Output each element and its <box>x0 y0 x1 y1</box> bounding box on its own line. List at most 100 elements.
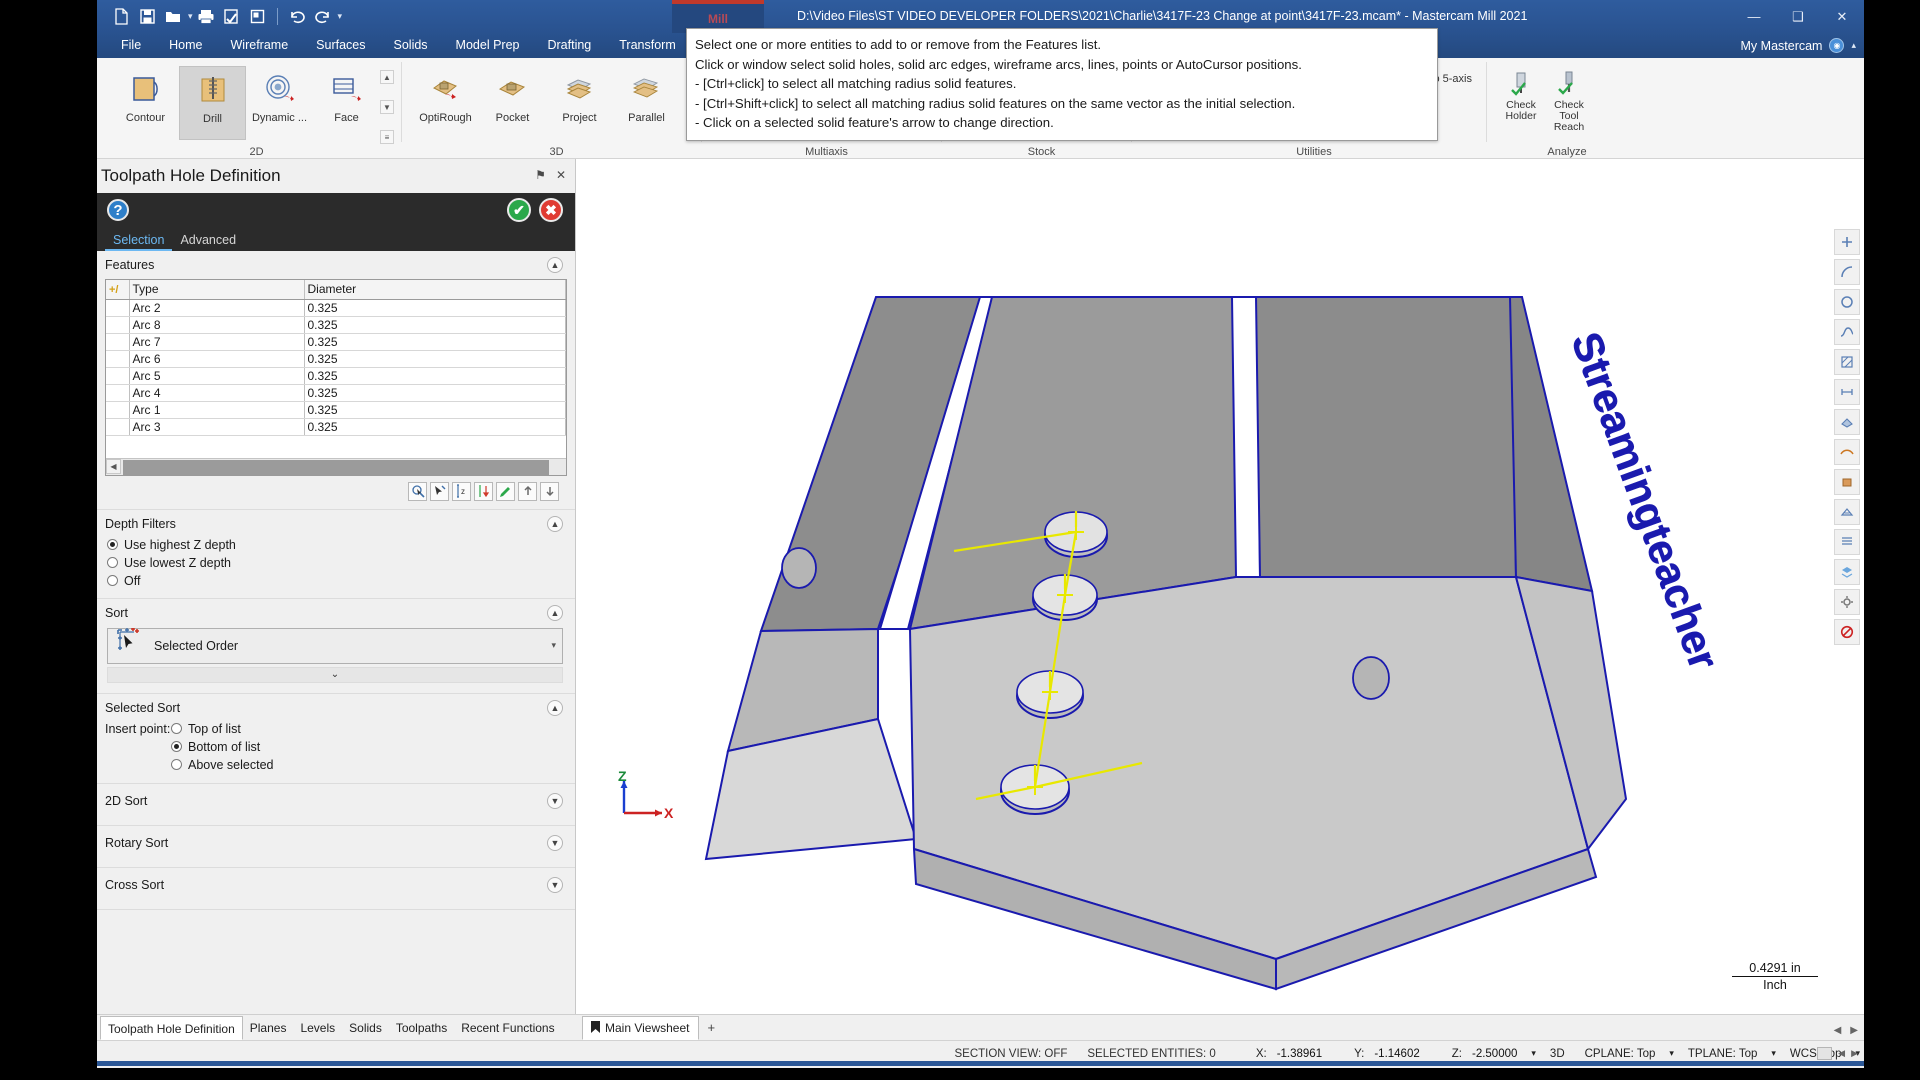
status-tplane[interactable]: TPLANE: Top <box>1678 1048 1767 1060</box>
section-cross-sort[interactable]: Cross Sort ▼ <box>97 868 575 901</box>
status-tplane-caret[interactable]: ▾ <box>1767 1048 1780 1059</box>
graphics-viewport[interactable]: AutoCursor <box>576 159 1864 1014</box>
pin-icon[interactable]: ⚑ <box>535 168 546 182</box>
tab-drafting[interactable]: Drafting <box>533 33 605 58</box>
chevron-down-icon[interactable]: ▾ <box>551 640 556 651</box>
row-mark[interactable] <box>106 316 130 334</box>
bottom-tab-toolpaths[interactable]: Toolpaths <box>389 1016 454 1040</box>
zoom-window-icon[interactable] <box>245 4 271 30</box>
row-type[interactable]: Arc 1 <box>129 401 305 419</box>
status-toggle-1[interactable] <box>1817 1047 1833 1060</box>
gallery-down-arrow[interactable]: ▼ <box>380 100 394 114</box>
row-type[interactable]: Arc 5 <box>129 367 305 385</box>
fit-icon[interactable] <box>1834 229 1860 255</box>
layers-icon[interactable] <box>1834 559 1860 585</box>
surface-icon[interactable] <box>1834 439 1860 465</box>
print-icon[interactable] <box>193 4 219 30</box>
ribbon-button-contour[interactable]: Contour <box>112 66 179 140</box>
radio-button[interactable] <box>171 759 182 770</box>
level-icon[interactable] <box>1834 529 1860 555</box>
ribbon-button-check-tool-reach[interactable]: Check Tool Reach <box>1545 66 1593 133</box>
insert-point-option-above[interactable]: Above selected <box>97 756 575 774</box>
insert-point-option-top[interactable]: Insert point: Top of list <box>97 720 575 738</box>
table-row[interactable]: Arc 5 0.325 <box>106 367 566 385</box>
row-diameter[interactable]: 0.325 <box>304 316 566 334</box>
open-folder-icon[interactable] <box>160 4 186 30</box>
row-mark[interactable] <box>106 418 130 436</box>
status-cplane[interactable]: CPLANE: Top <box>1575 1048 1666 1060</box>
collapse-ribbon-caret[interactable]: ▴ <box>1851 40 1856 51</box>
dimension-icon[interactable] <box>1834 379 1860 405</box>
status-z-value[interactable]: -2.50000 <box>1472 1048 1527 1060</box>
table-row[interactable]: Arc 3 0.325 <box>106 418 566 436</box>
viewsheet-prev-arrow[interactable]: ◀ <box>1834 1025 1842 1036</box>
no-entry-icon[interactable] <box>1834 619 1860 645</box>
insert-point-option-bottom[interactable]: Bottom of list <box>97 738 575 756</box>
row-diameter[interactable]: 0.325 <box>304 333 566 351</box>
row-diameter[interactable]: 0.325 <box>304 401 566 419</box>
cancel-button[interactable]: ✖ <box>539 198 563 222</box>
move-up-icon[interactable] <box>518 481 537 501</box>
edit-icon[interactable] <box>496 481 515 501</box>
section-rotary-sort[interactable]: Rotary Sort ▼ <box>97 826 575 859</box>
ribbon-button-pocket[interactable]: Pocket <box>479 66 546 140</box>
chevron-up-icon[interactable]: ▲ <box>547 604 563 621</box>
viewsheet-tab-main[interactable]: Main Viewsheet <box>582 1016 699 1040</box>
cad-model-3d[interactable]: Streamingteacher Z X <box>576 159 1864 1014</box>
status-cplane-caret[interactable]: ▾ <box>1665 1048 1678 1059</box>
minimize-button[interactable]: — <box>1732 0 1776 33</box>
sort-expand-button[interactable]: ⌄ <box>107 666 563 683</box>
table-row[interactable]: Arc 2 0.325 <box>106 299 566 317</box>
shade-icon[interactable] <box>1834 409 1860 435</box>
sort-method-selector[interactable]: Selected Order ▾ <box>107 627 563 664</box>
close-button[interactable]: ✕ <box>1820 0 1864 33</box>
table-row[interactable]: Arc 4 0.325 <box>106 384 566 402</box>
avatar[interactable]: ◉ <box>1829 38 1845 53</box>
status-section-view[interactable]: SECTION VIEW: OFF <box>944 1048 1077 1060</box>
arc-icon[interactable] <box>1834 259 1860 285</box>
print-preview-icon[interactable] <box>219 4 245 30</box>
tab-solids[interactable]: Solids <box>380 33 442 58</box>
chevron-down-icon[interactable]: ▼ <box>547 876 563 893</box>
radio-button[interactable] <box>107 557 118 568</box>
row-diameter[interactable]: 0.325 <box>304 350 566 368</box>
row-type[interactable]: Arc 7 <box>129 333 305 351</box>
radio-button[interactable] <box>171 741 182 752</box>
sort-by-z-icon[interactable]: z <box>452 481 471 501</box>
section-2d-sort[interactable]: 2D Sort ▼ <box>97 784 575 817</box>
viewsheet-next-arrow[interactable]: ▶ <box>1850 1025 1858 1036</box>
row-mark[interactable] <box>106 299 130 317</box>
tab-wireframe[interactable]: Wireframe <box>217 33 303 58</box>
row-mark[interactable] <box>106 333 130 351</box>
tab-home[interactable]: Home <box>155 33 216 58</box>
account-label[interactable]: My Mastercam <box>1741 39 1823 53</box>
ribbon-button-optirough[interactable]: OptiRough <box>412 66 479 140</box>
deselect-entities-icon[interactable] <box>430 481 449 501</box>
row-type[interactable]: Arc 3 <box>129 418 305 436</box>
radio-button[interactable] <box>107 575 118 586</box>
maximize-button[interactable]: ❑ <box>1776 0 1820 33</box>
scroll-thumb[interactable] <box>123 459 549 475</box>
ribbon-button-dynamic-mill[interactable]: Dynamic ... <box>246 66 313 140</box>
reverse-order-icon[interactable] <box>474 481 493 501</box>
ribbon-gallery-scroll[interactable]: ▲ ▼ ≡ <box>380 70 394 144</box>
gear-icon[interactable] <box>1834 589 1860 615</box>
row-type[interactable]: Arc 6 <box>129 350 305 368</box>
chevron-down-icon[interactable]: ▼ <box>547 792 563 809</box>
features-horizontal-scrollbar[interactable]: ◀ <box>106 457 566 475</box>
select-entities-icon[interactable] <box>408 481 427 501</box>
status-left-arrow[interactable]: ◀ <box>1838 1048 1845 1059</box>
close-icon[interactable]: ✕ <box>556 168 566 182</box>
depth-filter-option-highest[interactable]: Use highest Z depth <box>97 536 575 554</box>
status-mode[interactable]: 3D <box>1540 1048 1575 1060</box>
row-diameter[interactable]: 0.325 <box>304 384 566 402</box>
tab-surfaces[interactable]: Surfaces <box>302 33 379 58</box>
row-mark[interactable] <box>106 384 130 402</box>
bottom-tab-toolpath-hole-definition[interactable]: Toolpath Hole Definition <box>100 1016 243 1040</box>
mesh-icon[interactable] <box>1834 499 1860 525</box>
tab-advanced[interactable]: Advanced <box>172 229 244 251</box>
circle-icon[interactable] <box>1834 289 1860 315</box>
move-down-icon[interactable] <box>540 481 559 501</box>
solid-box-icon[interactable] <box>1834 469 1860 495</box>
table-row[interactable]: Arc 8 0.325 <box>106 316 566 334</box>
